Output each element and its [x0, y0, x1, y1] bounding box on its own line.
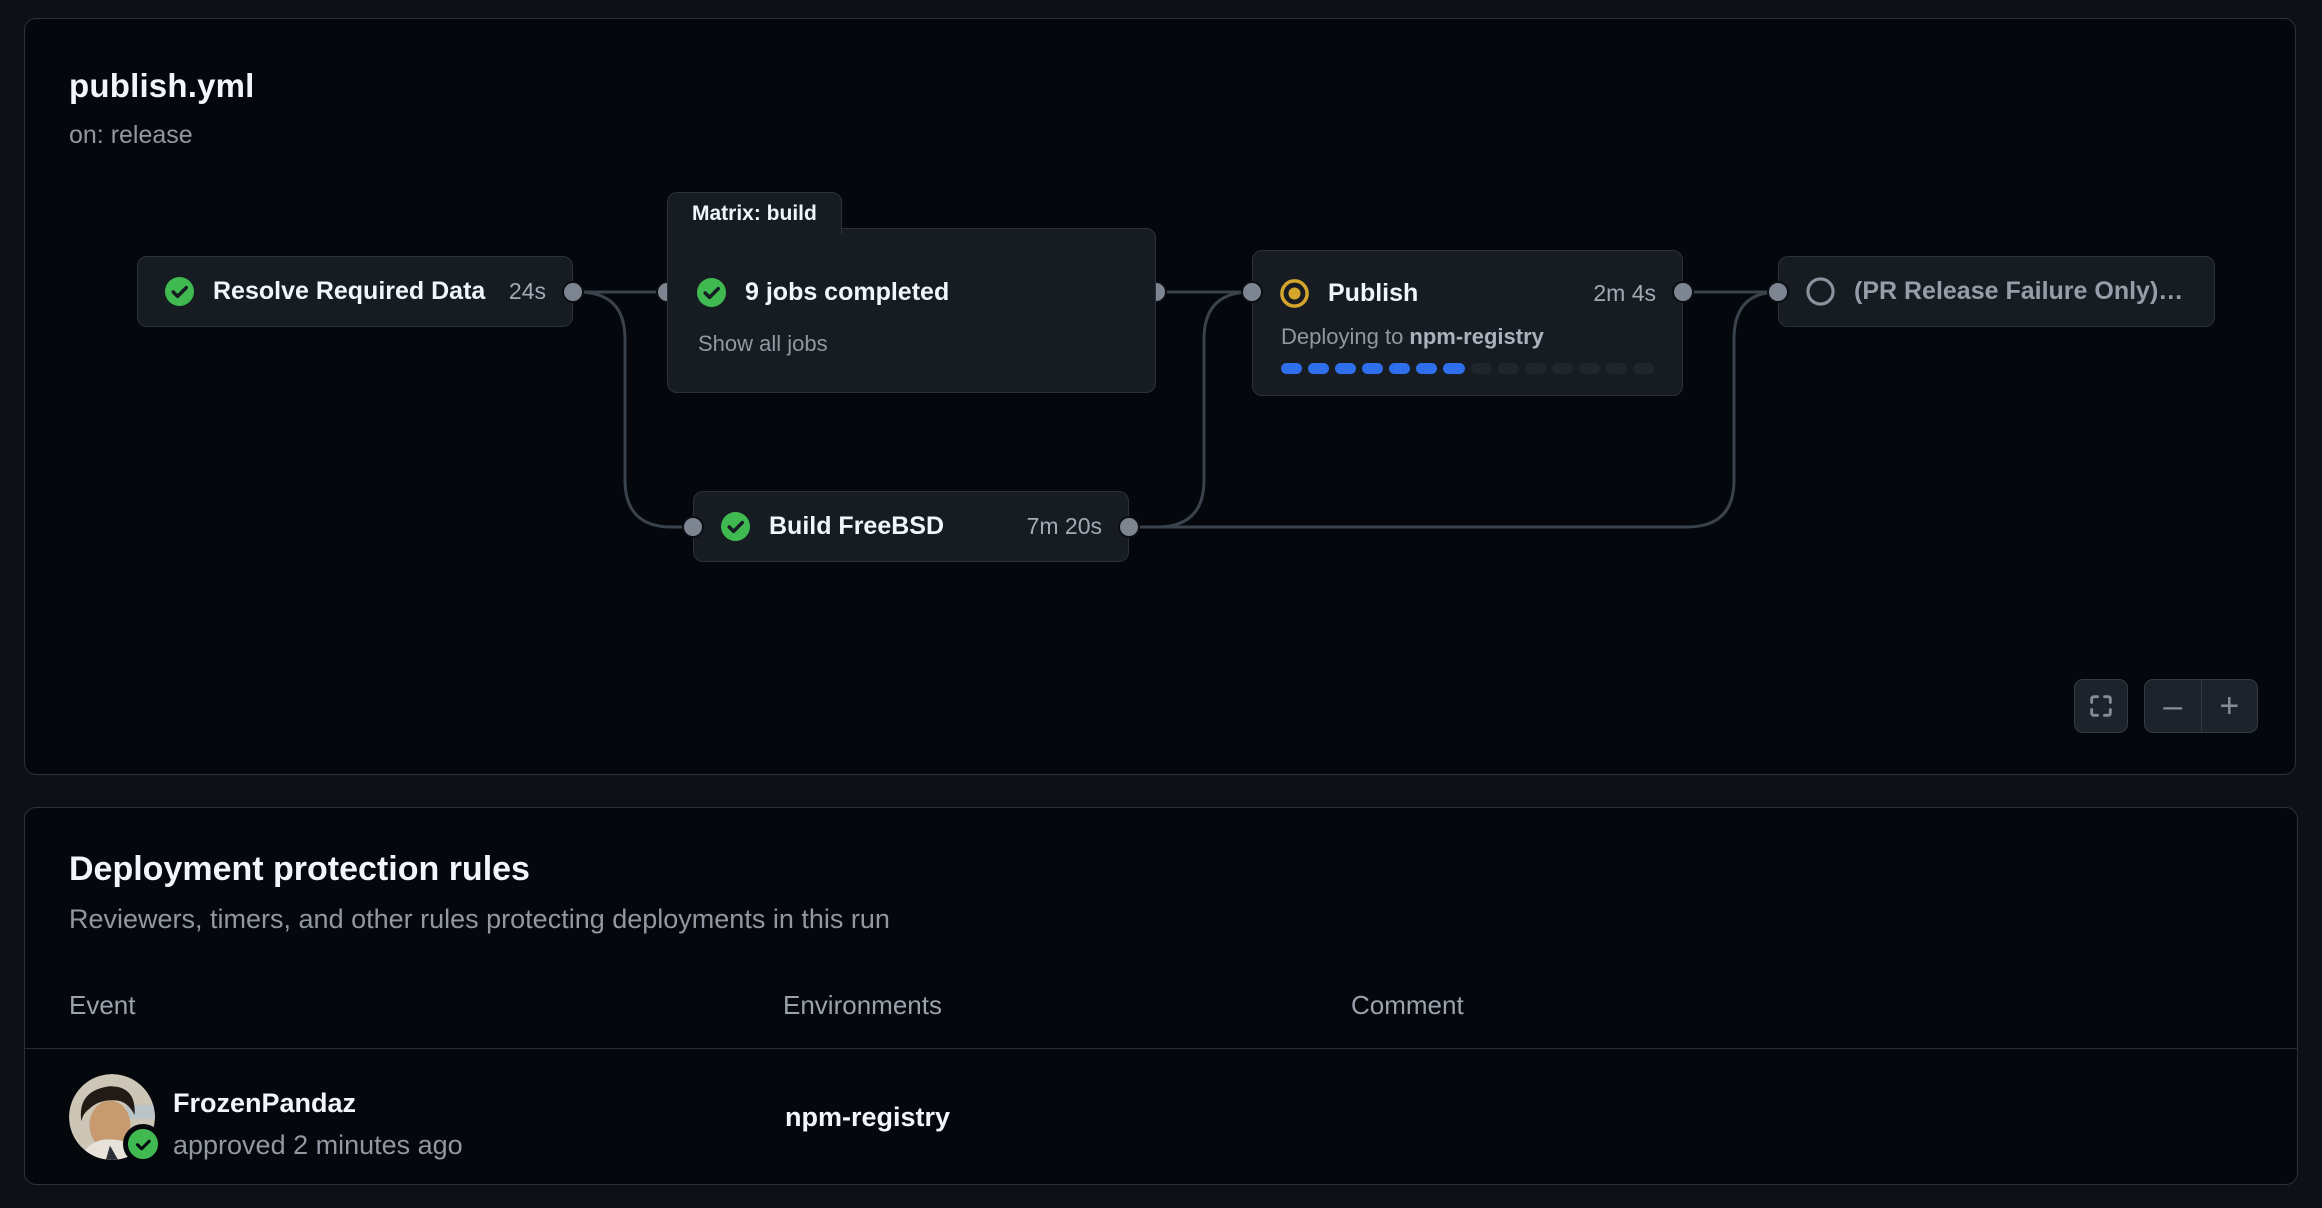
progress-segment: [1579, 363, 1600, 374]
progress-segment: [1281, 363, 1302, 374]
matrix-group-node[interactable]: 9 jobs completed Show all jobs: [667, 228, 1156, 393]
progress-segment: [1471, 363, 1492, 374]
job-label: Build FreeBSD: [769, 512, 944, 541]
publish-status-row: Publish 2m 4s: [1279, 278, 1656, 309]
workflow-trigger: on: release: [69, 121, 193, 150]
job-duration: 24s: [509, 278, 546, 305]
matrix-summary-label: 9 jobs completed: [745, 278, 949, 307]
job-label: Resolve Required Data: [213, 277, 485, 306]
progress-segment: [1498, 363, 1519, 374]
deploy-prefix: Deploying to: [1281, 324, 1409, 349]
deployment-protection-rules-panel: Deployment protection rules Reviewers, t…: [24, 807, 2298, 1185]
zoom-in-button[interactable]: +: [2202, 680, 2258, 732]
rules-panel-title: Deployment protection rules: [69, 850, 530, 889]
matrix-status-row: 9 jobs completed: [696, 277, 949, 308]
deploy-target-text: Deploying to npm-registry: [1281, 324, 1544, 350]
column-header-event: Event: [69, 990, 136, 1021]
job-node-pr-release-failure[interactable]: (PR Release Failure Only) Cre…: [1778, 256, 2215, 327]
job-label: (PR Release Failure Only) Cre…: [1854, 277, 2188, 306]
workflow-graph-panel: publish.yml on: release Resolve Required…: [24, 18, 2296, 775]
progress-segment: [1633, 363, 1654, 374]
workflow-title: publish.yml: [69, 67, 255, 105]
column-header-environments: Environments: [783, 990, 942, 1021]
job-node-resolve-required-data[interactable]: Resolve Required Data 24s: [137, 256, 573, 327]
job-duration: 7m 20s: [1027, 513, 1102, 540]
zoom-out-button[interactable]: –: [2145, 680, 2201, 732]
approval-event-text: approved 2 minutes ago: [173, 1130, 463, 1161]
job-label: Publish: [1328, 279, 1418, 308]
check-circle-icon: [720, 511, 751, 542]
table-header-divider: [25, 1048, 2297, 1049]
progress-segment: [1552, 363, 1573, 374]
progress-segment: [1335, 363, 1356, 374]
pending-circle-icon: [1805, 276, 1836, 307]
graph-edges: [25, 19, 2297, 776]
reviewer-username[interactable]: FrozenPandaz: [173, 1088, 356, 1119]
rules-panel-subtitle: Reviewers, timers, and other rules prote…: [69, 904, 890, 935]
job-node-publish[interactable]: Publish 2m 4s Deploying to npm-registry: [1252, 250, 1683, 396]
matrix-group-tab[interactable]: Matrix: build: [667, 192, 842, 234]
progress-segment: [1443, 363, 1464, 374]
progress-segment: [1416, 363, 1437, 374]
check-circle-icon: [164, 276, 195, 307]
progress-segment: [1362, 363, 1383, 374]
in-progress-icon: [1279, 278, 1310, 309]
environment-name: npm-registry: [785, 1102, 950, 1133]
progress-segment: [1606, 363, 1627, 374]
avatar[interactable]: [69, 1074, 155, 1160]
fullscreen-icon: [2087, 692, 2115, 720]
progress-segment: [1525, 363, 1546, 374]
job-duration: 2m 4s: [1593, 280, 1656, 307]
approved-badge: [123, 1124, 163, 1164]
column-header-comment: Comment: [1351, 990, 1464, 1021]
check-circle-icon: [696, 277, 727, 308]
progress-segment: [1308, 363, 1329, 374]
fullscreen-button[interactable]: [2074, 679, 2128, 733]
show-all-jobs-link[interactable]: Show all jobs: [698, 331, 828, 357]
check-icon: [132, 1133, 154, 1155]
zoom-control-group: – +: [2144, 679, 2258, 733]
deploy-environment: npm-registry: [1409, 324, 1543, 349]
progress-segment: [1389, 363, 1410, 374]
deploy-progress: [1281, 363, 1654, 374]
job-node-build-freebsd[interactable]: Build FreeBSD 7m 20s: [693, 491, 1129, 562]
graph-connection-dots: [25, 19, 2297, 776]
